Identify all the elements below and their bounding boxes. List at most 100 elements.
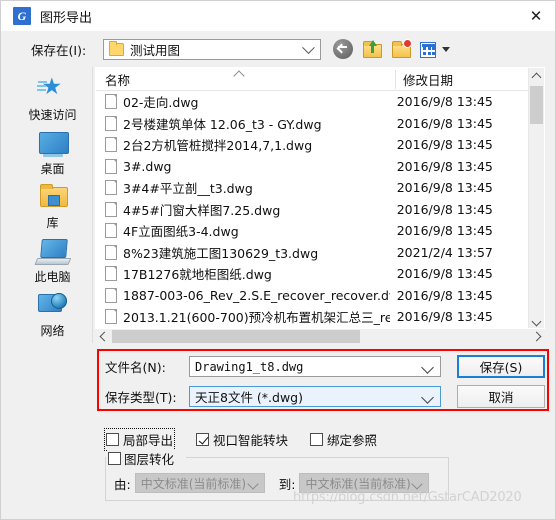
this-pc-icon bbox=[36, 235, 70, 267]
cancel-button[interactable]: 取消 bbox=[457, 385, 545, 408]
filename-input[interactable]: Drawing1_t8.dwg bbox=[195, 360, 303, 374]
back-icon[interactable] bbox=[333, 39, 353, 59]
layer-conversion-checkbox[interactable]: 图层转化 bbox=[108, 449, 180, 468]
view-mode-icon[interactable] bbox=[420, 42, 436, 58]
filename-label: 文件名(N): bbox=[105, 360, 166, 375]
sidebar-item-quick-access[interactable]: 快速访问 bbox=[14, 73, 92, 126]
folder-path-combobox[interactable]: 测试用图 bbox=[103, 38, 321, 60]
column-header-name-label: 名称 bbox=[105, 72, 131, 88]
file-name-cell: 3#4#平立剖__t3.dwg bbox=[96, 178, 390, 197]
sidebar-item-desktop[interactable]: 桌面 bbox=[14, 127, 92, 180]
document-icon bbox=[105, 158, 117, 174]
file-name-text: 3#.dwg bbox=[123, 158, 172, 174]
chevron-down-icon[interactable] bbox=[421, 391, 434, 404]
filetype-combobox[interactable]: 天正8文件 (*.dwg) bbox=[189, 386, 441, 407]
checkbox-bind-xref[interactable]: 绑定参照 bbox=[310, 430, 377, 449]
file-date-cell: 2016/9/8 13:45 bbox=[396, 309, 493, 325]
file-name-cell: 4F立面图纸3-4.dwg bbox=[96, 221, 390, 240]
chevron-down-icon bbox=[247, 478, 259, 490]
sort-ascending-icon bbox=[233, 69, 245, 82]
file-date-cell: 2016/9/8 13:45 bbox=[396, 223, 493, 239]
checkbox-box[interactable] bbox=[310, 433, 324, 446]
vertical-scrollbar[interactable] bbox=[528, 68, 544, 328]
table-row[interactable]: 1887-003-06_Rev_2.S.E_recover_recover.dw… bbox=[96, 285, 544, 307]
file-name-text: 2号楼建筑单体 12.06_t3 - GY.dwg bbox=[123, 116, 322, 132]
file-name-cell: 02-走向.dwg bbox=[96, 92, 390, 111]
filename-row: 文件名(N): Drawing1_t8.dwg bbox=[105, 356, 441, 377]
table-row[interactable]: 17B1276就地柜图纸.dwg 2016/9/8 13:45 bbox=[96, 263, 544, 285]
checkbox-partial-export[interactable]: 局部导出 bbox=[103, 428, 176, 451]
view-mode-dropdown-icon[interactable] bbox=[442, 46, 450, 52]
save-in-label: 保存在(I): bbox=[31, 42, 87, 58]
new-folder-icon[interactable] bbox=[391, 39, 411, 59]
options-row: 局部导出 视口智能转块 绑定参照 bbox=[103, 428, 399, 451]
library-folder-icon bbox=[36, 181, 70, 213]
file-name-text: 8%23建筑施工图130629_t3.dwg bbox=[123, 245, 319, 261]
horizontal-scroll-thumb[interactable] bbox=[112, 330, 360, 343]
filetype-value: 天正8文件 (*.dwg) bbox=[195, 390, 303, 405]
watermark-text: https://blog.csdn.net/GstarCAD2020 bbox=[293, 490, 522, 505]
document-icon bbox=[105, 180, 117, 196]
save-button[interactable]: 保存(S) bbox=[457, 355, 545, 378]
filename-combobox[interactable]: Drawing1_t8.dwg bbox=[189, 356, 441, 377]
nav-toolbar bbox=[333, 39, 450, 59]
file-date-cell: 2016/9/8 13:45 bbox=[396, 287, 493, 303]
file-name-cell: 2013.1.21(600-700)预冷机布置机架汇总三_recov... bbox=[96, 307, 390, 326]
file-name-text: 17B1276就地柜图纸.dwg bbox=[123, 267, 272, 283]
column-header-date[interactable]: 修改日期 bbox=[395, 69, 543, 89]
horizontal-scrollbar[interactable] bbox=[95, 329, 545, 344]
checkbox-label: 视口智能转块 bbox=[213, 433, 289, 448]
file-name-cell: 2台2方机管桩搅拌2014,7,1.dwg bbox=[96, 135, 390, 154]
close-icon[interactable]: ✕ bbox=[515, 1, 555, 31]
table-row[interactable]: 02-走向.dwg 2016/9/8 13:45 bbox=[96, 91, 544, 113]
document-icon bbox=[105, 244, 117, 260]
checkbox-viewport-smart-block[interactable]: 视口智能转块 bbox=[196, 430, 288, 449]
file-date-cell: 2016/9/8 13:45 bbox=[396, 266, 493, 282]
file-date-cell: 2021/2/4 13:57 bbox=[396, 244, 493, 260]
document-icon bbox=[105, 309, 117, 325]
folder-icon bbox=[109, 40, 124, 56]
document-icon bbox=[105, 115, 117, 131]
scroll-up-icon[interactable] bbox=[529, 68, 544, 84]
scroll-right-icon[interactable] bbox=[529, 329, 545, 344]
column-header-name[interactable]: 名称 bbox=[96, 69, 395, 89]
address-bar: 保存在(I): 测试用图 bbox=[1, 31, 555, 67]
vertical-scroll-thumb[interactable] bbox=[530, 86, 543, 124]
window-title: 图形导出 bbox=[40, 10, 93, 26]
sidebar-item-label: 此电脑 bbox=[34, 270, 71, 284]
file-name-text: 2台2方机管桩搅拌2014,7,1.dwg bbox=[123, 138, 313, 154]
table-row[interactable]: 3#4#平立剖__t3.dwg 2016/9/8 13:45 bbox=[96, 177, 544, 199]
table-row[interactable]: 2台2方机管桩搅拌2014,7,1.dwg 2016/9/8 13:45 bbox=[96, 134, 544, 156]
sidebar-item-library[interactable]: 库 bbox=[14, 181, 92, 234]
table-row[interactable]: 2013.1.21(600-700)预冷机布置机架汇总三_recov... 20… bbox=[96, 306, 544, 328]
file-name-cell: 17B1276就地柜图纸.dwg bbox=[96, 264, 390, 283]
up-folder-icon[interactable] bbox=[362, 39, 382, 59]
scroll-down-icon[interactable] bbox=[529, 314, 544, 328]
file-name-text: 4#5#门窗大样图7.25.dwg bbox=[123, 202, 281, 218]
document-icon bbox=[105, 287, 117, 303]
sidebar-item-network[interactable]: 网络 bbox=[14, 289, 92, 342]
table-row[interactable]: 8%23建筑施工图130629_t3.dwg 2021/2/4 13:57 bbox=[96, 242, 544, 264]
table-row[interactable]: 2号楼建筑单体 12.06_t3 - GY.dwg 2016/9/8 13:45 bbox=[96, 113, 544, 135]
file-date-cell: 2016/9/8 13:45 bbox=[396, 201, 493, 217]
title-bar: G 图形导出 ✕ bbox=[1, 1, 555, 31]
scroll-left-icon[interactable] bbox=[95, 329, 111, 344]
checkbox-box[interactable] bbox=[106, 433, 119, 446]
chevron-down-icon[interactable] bbox=[302, 41, 315, 55]
export-drawing-dialog: G 图形导出 ✕ 保存在(I): 测试用图 快速访问 桌面 库 此电脑 网络 名… bbox=[0, 0, 556, 520]
chevron-down-icon[interactable] bbox=[421, 361, 434, 374]
sidebar-item-this-pc[interactable]: 此电脑 bbox=[14, 235, 92, 288]
file-name-cell: 8%23建筑施工图130629_t3.dwg bbox=[96, 243, 390, 262]
network-globe-icon bbox=[36, 289, 70, 321]
file-list[interactable]: 名称 修改日期 02-走向.dwg 2016/9/8 13:45 2号楼建筑单体… bbox=[95, 67, 545, 329]
sidebar-item-label: 快速访问 bbox=[28, 108, 77, 122]
checkbox-box[interactable] bbox=[196, 433, 210, 446]
file-date-cell: 2016/9/8 13:45 bbox=[396, 158, 493, 174]
table-row[interactable]: 4#5#门窗大样图7.25.dwg 2016/9/8 13:45 bbox=[96, 199, 544, 221]
document-icon bbox=[105, 266, 117, 282]
checkbox-box[interactable] bbox=[108, 452, 121, 465]
table-row[interactable]: 3#.dwg 2016/9/8 13:45 bbox=[96, 156, 544, 178]
file-name-cell: 4#5#门窗大样图7.25.dwg bbox=[96, 200, 390, 219]
file-date-cell: 2016/9/8 13:45 bbox=[396, 115, 493, 131]
table-row[interactable]: 4F立面图纸3-4.dwg 2016/9/8 13:45 bbox=[96, 220, 544, 242]
